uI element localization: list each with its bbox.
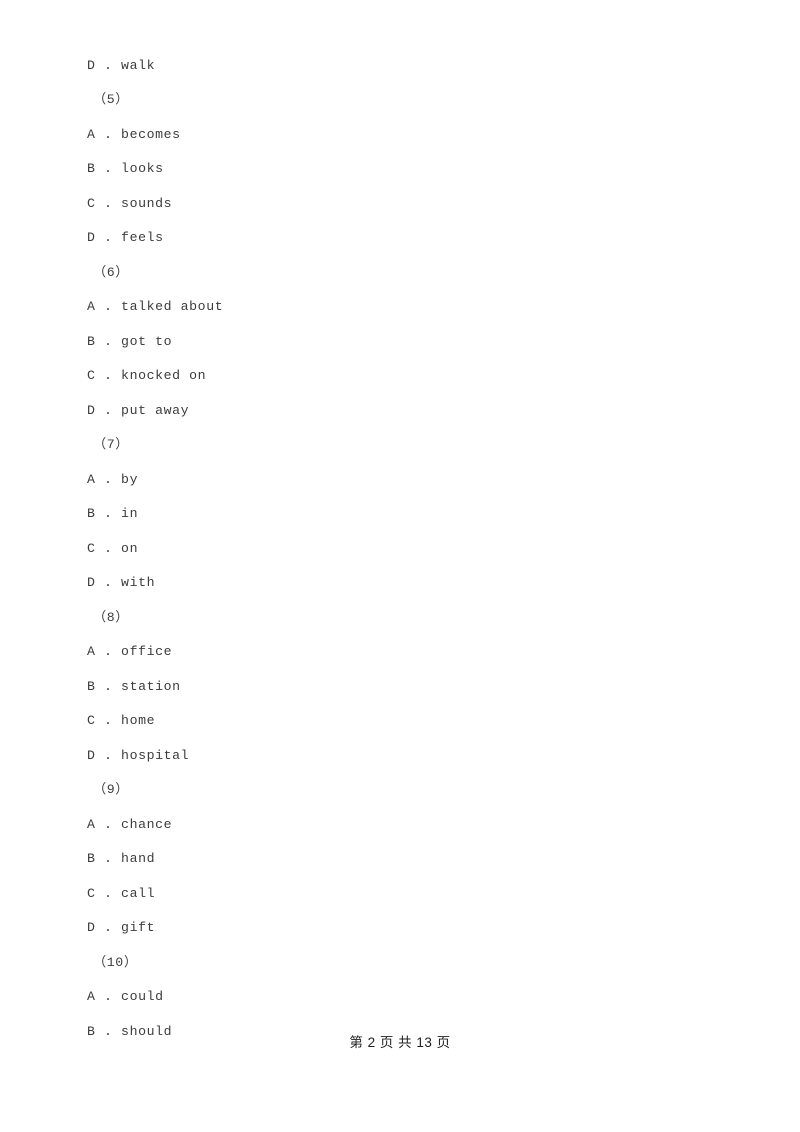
answer-option-line: B . got to bbox=[87, 333, 173, 349]
answer-option-line: D . put away bbox=[87, 402, 190, 418]
answer-option-line: D . hospital bbox=[87, 747, 190, 763]
page-footer: 第 2 页 共 13 页 bbox=[349, 1035, 451, 1050]
answer-option-line: B . looks bbox=[87, 161, 164, 176]
answer-option-line: B . hand bbox=[87, 851, 156, 866]
answer-option-line: D . with bbox=[87, 575, 156, 590]
answer-option-line: D . walk bbox=[87, 57, 156, 73]
question-number-line: （10） bbox=[93, 954, 138, 970]
answer-option-line: C . home bbox=[87, 713, 156, 728]
answer-option-line: B . station bbox=[87, 678, 181, 694]
answer-option-line: A . becomes bbox=[87, 126, 181, 142]
question-number-line: （5） bbox=[93, 92, 130, 107]
question-number-line: （8） bbox=[93, 609, 130, 625]
answer-option-line: B . in bbox=[87, 506, 139, 521]
answer-option-line: A . could bbox=[87, 989, 164, 1004]
answer-option-line: C . call bbox=[87, 885, 156, 901]
answer-option-line: D . feels bbox=[87, 230, 164, 245]
question-number-line: （9） bbox=[93, 782, 130, 797]
answer-option-line: A . by bbox=[87, 471, 139, 487]
answer-option-line: A . chance bbox=[87, 816, 173, 832]
question-number-line: （6） bbox=[93, 264, 130, 280]
answer-option-line: C . sounds bbox=[87, 195, 173, 211]
document-page: D . walk （5） A . becomes B . looks C . sound… bbox=[0, 0, 800, 1132]
answer-option-line: A . office bbox=[87, 644, 173, 659]
question-number-line: （7） bbox=[93, 437, 130, 452]
answer-option-line: A . talked about bbox=[87, 299, 224, 314]
answer-option-line: C . knocked on bbox=[87, 368, 207, 383]
answer-option-line: D . gift bbox=[87, 920, 156, 935]
answer-option-line: C . on bbox=[87, 540, 139, 556]
